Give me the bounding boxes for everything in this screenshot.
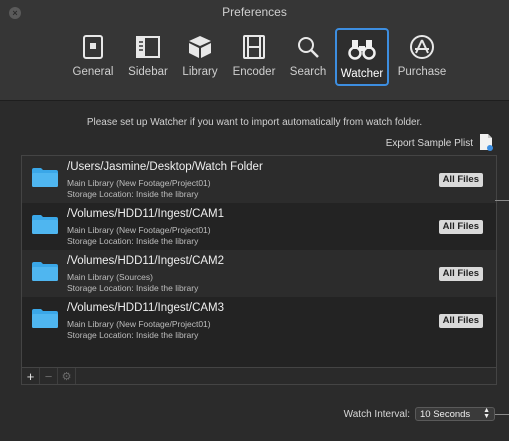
film-icon <box>239 32 269 62</box>
stepper-arrows-icon: ▲ ▼ <box>483 407 490 420</box>
storage-location: Storage Location: Inside the library <box>67 330 199 340</box>
document-icon <box>479 133 493 154</box>
library-target: Main Library (New Footage/Project01) <box>67 319 211 329</box>
folder-path: /Volumes/HDD11/Ingest/CAM1 <box>67 208 225 220</box>
general-icon <box>78 32 108 62</box>
file-filter-badge[interactable]: All Files <box>438 220 483 234</box>
window-title: Preferences <box>222 5 287 19</box>
library-target: Main Library (New Footage/Project01) <box>67 225 211 235</box>
watch-interval-control: Watch Interval: 10 Seconds ▲ ▼ <box>344 407 495 421</box>
app-store-icon <box>407 32 437 62</box>
tab-label: Encoder <box>232 66 276 78</box>
list-item[interactable]: /Volumes/HDD11/Ingest/CAM2 Main Library … <box>22 250 496 297</box>
tab-watcher[interactable]: Watcher <box>335 28 389 86</box>
tab-label: Watcher <box>340 68 384 80</box>
export-label: Export Sample Plist <box>385 137 473 149</box>
folder-icon <box>32 214 58 239</box>
tab-general[interactable]: General <box>70 28 116 86</box>
library-box-icon <box>185 32 215 62</box>
tab-label: Library <box>182 66 218 78</box>
title-bar: × Preferences <box>0 0 509 24</box>
tab-library[interactable]: Library <box>180 28 220 86</box>
binoculars-icon <box>347 34 377 64</box>
preferences-toolbar: General Sidebar Library Encoder Search W… <box>0 24 509 101</box>
file-filter-badge[interactable]: All Files <box>438 173 483 187</box>
callout-line <box>495 414 509 415</box>
tab-label: Sidebar <box>128 66 168 78</box>
watch-interval-value: 10 Seconds <box>420 408 471 420</box>
tab-sidebar[interactable]: Sidebar <box>124 28 172 86</box>
tab-label: Purchase <box>397 66 447 78</box>
tab-label: General <box>72 66 114 78</box>
folder-path: /Volumes/HDD11/Ingest/CAM2 <box>67 255 225 267</box>
watch-interval-label: Watch Interval: <box>343 408 410 420</box>
folder-icon <box>32 308 58 333</box>
watch-interval-select[interactable]: 10 Seconds ▲ ▼ <box>415 407 495 421</box>
list-item[interactable]: /Users/Jasmine/Desktop/Watch Folder Main… <box>22 156 496 203</box>
folder-icon <box>32 261 58 286</box>
file-filter-badge[interactable]: All Files <box>438 267 483 281</box>
storage-location: Storage Location: Inside the library <box>67 189 199 199</box>
folder-icon <box>32 167 58 192</box>
tab-label: Search <box>289 66 327 78</box>
export-sample-plist-button[interactable]: Export Sample Plist <box>386 133 493 153</box>
file-filter-badge[interactable]: All Files <box>438 314 483 328</box>
intro-text: Please set up Watcher if you want to imp… <box>86 117 423 128</box>
list-item[interactable]: /Volumes/HDD11/Ingest/CAM3 Main Library … <box>22 297 496 344</box>
folder-path: /Volumes/HDD11/Ingest/CAM3 <box>67 302 225 314</box>
tab-search[interactable]: Search <box>287 28 329 86</box>
library-target: Main Library (New Footage/Project01) <box>67 178 211 188</box>
remove-folder-button[interactable]: − <box>40 368 58 384</box>
storage-location: Storage Location: Inside the library <box>67 283 199 293</box>
sidebar-icon <box>133 32 163 62</box>
folder-path: /Users/Jasmine/Desktop/Watch Folder <box>67 161 263 173</box>
watch-folder-list[interactable]: /Users/Jasmine/Desktop/Watch Folder Main… <box>21 155 497 385</box>
gear-icon[interactable]: ⚙ <box>58 368 76 384</box>
storage-location: Storage Location: Inside the library <box>67 236 199 246</box>
search-icon <box>293 32 323 62</box>
library-target: Main Library (Sources) <box>67 272 153 282</box>
add-folder-button[interactable]: + <box>22 368 40 384</box>
tab-purchase[interactable]: Purchase <box>396 28 448 86</box>
list-footer-bar: + − ⚙ <box>22 367 496 384</box>
list-item[interactable]: /Volumes/HDD11/Ingest/CAM1 Main Library … <box>22 203 496 250</box>
callout-line <box>495 200 509 201</box>
tab-encoder[interactable]: Encoder <box>229 28 279 86</box>
